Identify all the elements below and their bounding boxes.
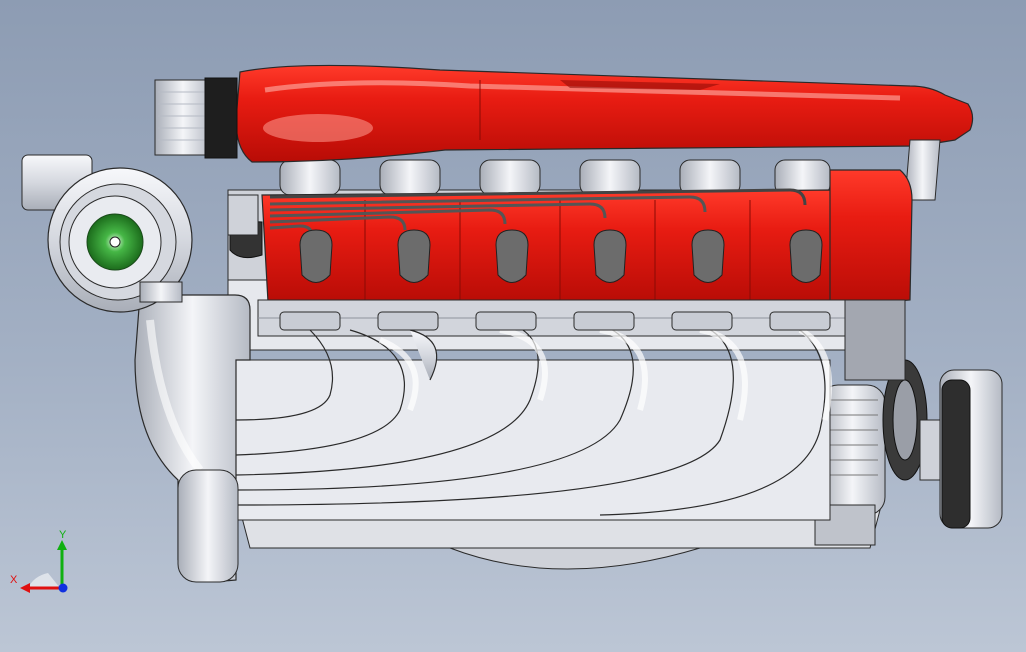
- intake-plenum[interactable]: [235, 64, 974, 163]
- cad-graphics-viewport[interactable]: Y X: [0, 0, 1026, 652]
- engine-3d-model[interactable]: [0, 0, 1026, 652]
- ignition-coil[interactable]: [789, 229, 823, 283]
- crank-pulley[interactable]: [919, 369, 1003, 529]
- ignition-coil[interactable]: [593, 229, 627, 283]
- valve-cover[interactable]: [261, 189, 841, 303]
- x-axis-arrowhead: [20, 583, 30, 593]
- z-axis-dot: [58, 583, 68, 593]
- turbocharger[interactable]: [21, 154, 193, 313]
- turbo-downpipe[interactable]: [134, 294, 251, 583]
- ignition-coil[interactable]: [691, 229, 725, 283]
- x-axis-label: X: [10, 574, 18, 586]
- triad-plane: [28, 573, 60, 588]
- throttle-body[interactable]: [154, 77, 238, 159]
- coolant-hose: [227, 194, 263, 259]
- y-axis-label: Y: [59, 529, 67, 541]
- ignition-coil[interactable]: [495, 229, 529, 283]
- cylinder-head: [257, 299, 854, 337]
- y-axis-arrowhead: [57, 540, 67, 550]
- ignition-coil[interactable]: [299, 229, 333, 283]
- timing-cover[interactable]: [829, 169, 913, 307]
- belt-tensioner: [844, 299, 906, 381]
- orientation-triad[interactable]: Y X: [8, 528, 78, 600]
- ignition-coil[interactable]: [397, 229, 431, 283]
